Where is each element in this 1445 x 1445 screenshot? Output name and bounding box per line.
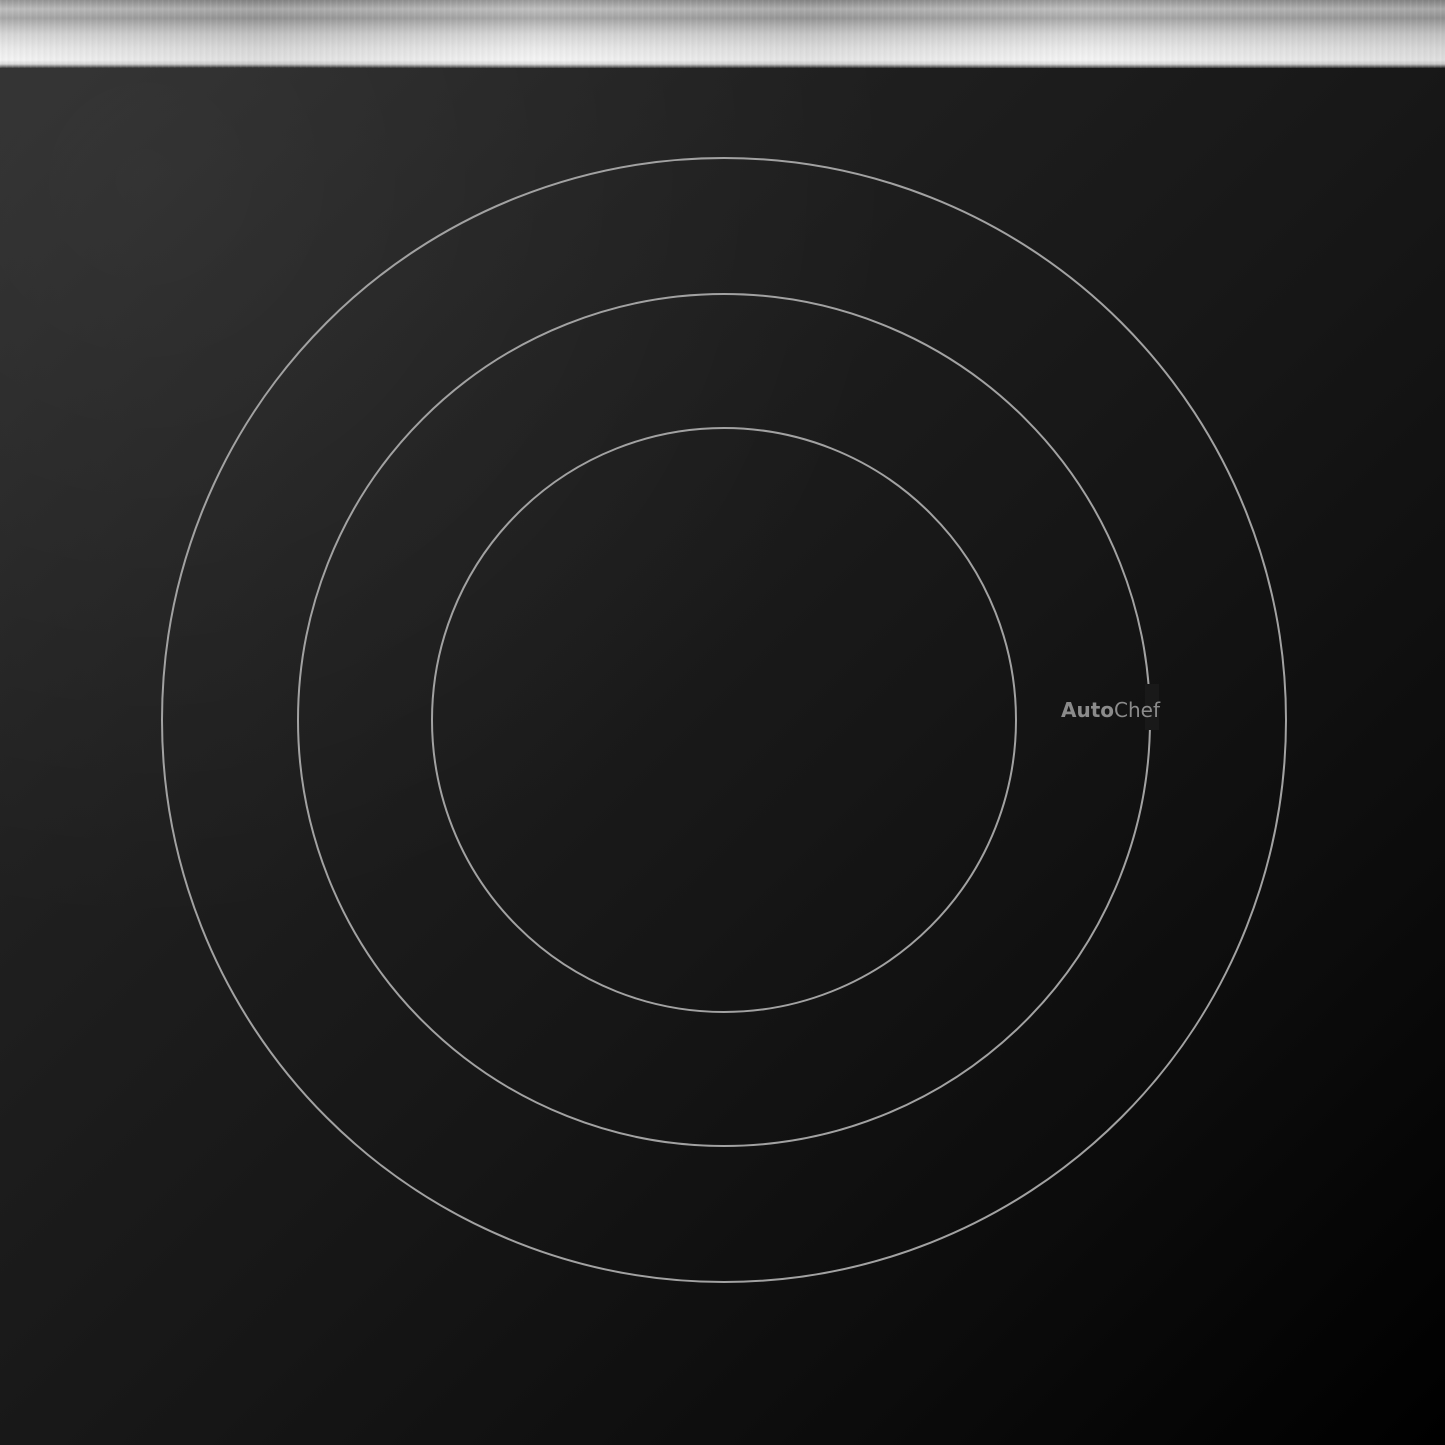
brand-bold-text: Auto — [1061, 698, 1114, 722]
inner-cooking-zone-ring — [431, 427, 1017, 1013]
brand-regular-text: Chef — [1114, 698, 1161, 722]
autochef-brand-label: AutoChef — [1061, 698, 1161, 722]
middle-cooking-zone-ring — [297, 293, 1151, 1147]
cooking-zone-graphic: AutoChef — [161, 157, 1287, 1283]
cooktop-image: AutoChef — [0, 0, 1445, 1445]
